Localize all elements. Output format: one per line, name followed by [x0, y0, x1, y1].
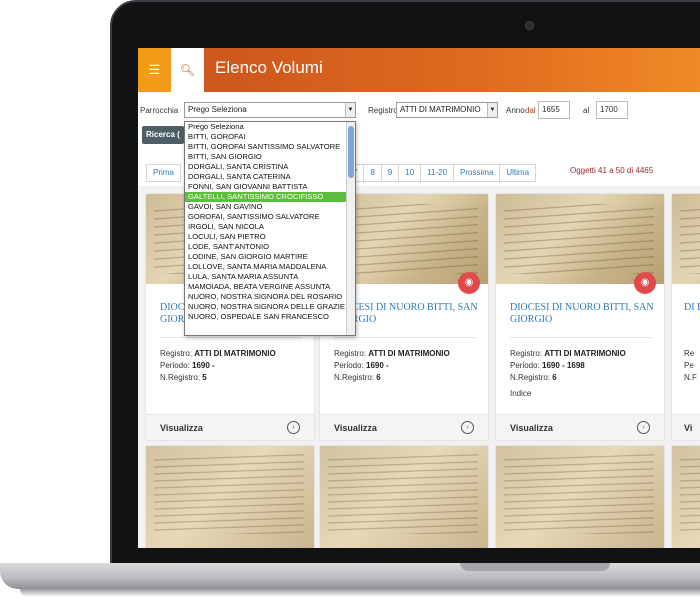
visualizza-link[interactable]: Vi [684, 423, 692, 433]
dropdown-option[interactable]: LULA, SANTA MARIA ASSUNTA [185, 272, 347, 282]
eye-icon[interactable]: ◉ [458, 272, 480, 294]
chevron-down-icon: ▼ [345, 103, 355, 117]
dropdown-option[interactable]: Prego Seleziona [185, 122, 347, 132]
circle-arrow-icon[interactable]: › [287, 421, 300, 434]
card-periodo: Periodo: 1690 - [160, 361, 215, 370]
anno-label: Anno [506, 106, 525, 115]
app-screen: ☰ 🔍︎ Elenco Volumi Parrocchia Prego Sele… [138, 48, 700, 548]
dropdown-option[interactable]: LODE, SANT'ANTONIO [185, 242, 347, 252]
menu-icon: ☰ [148, 62, 161, 77]
divider [334, 337, 476, 338]
visualizza-link[interactable]: Visualizza [334, 423, 377, 433]
parrocchia-select[interactable]: Prego Seleziona ▼ [184, 102, 356, 118]
parrocchia-label: Parrocchia [140, 106, 179, 115]
dropdown-options: Prego Seleziona BITTI, GOROFAI BITTI, GORO… [185, 122, 355, 322]
dropdown-option[interactable]: GAVOI, SAN GAVINO [185, 202, 347, 212]
dropdown-option[interactable]: LOCULI, SAN PIETRO [185, 232, 347, 242]
circle-arrow-icon[interactable]: › [461, 421, 474, 434]
laptop-frame: ☰ 🔍︎ Elenco Volumi Parrocchia Prego Sele… [0, 0, 700, 606]
volume-thumbnail[interactable] [672, 194, 700, 284]
card-periodo: Pe [684, 361, 694, 370]
dropdown-option[interactable]: FONNI, SAN GIOVANNI BATTISTA [185, 182, 347, 192]
circle-arrow-icon[interactable]: › [637, 421, 650, 434]
registro-value: ATTI DI MATRIMONIO [400, 105, 481, 114]
dropdown-option[interactable]: BITTI, SAN GIORGIO [185, 152, 347, 162]
page-last[interactable]: Ultima [499, 164, 537, 182]
dropdown-option[interactable]: BITTI, GOROFAI [185, 132, 347, 142]
divider [160, 337, 302, 338]
page-link[interactable]: 10 [398, 164, 422, 182]
card-periodo: Periodo: 1690 - 1698 [510, 361, 585, 370]
card-indice[interactable]: Indice [510, 389, 531, 398]
card-registro: Re [684, 349, 695, 358]
scrollbar-thumb[interactable] [348, 126, 354, 178]
registro-label: Registro [368, 106, 398, 115]
ricerca-button[interactable]: Ricerca ( [142, 126, 184, 144]
page-link[interactable]: 9 [380, 164, 400, 182]
search-button[interactable]: 🔍︎ [171, 48, 204, 92]
camera [526, 22, 533, 29]
card-title[interactable]: DIOCESI DI NUORO BITTI, SAN GIORGIO [510, 302, 660, 326]
dropdown-scrollbar[interactable] [346, 122, 355, 335]
page-link[interactable]: 11-20 [420, 164, 455, 182]
filter-bar: Parrocchia Prego Seleziona ▼ Registro AT… [138, 100, 700, 122]
menu-button[interactable]: ☰ [138, 48, 171, 92]
dropdown-option[interactable]: GOROFAI, SANTISSIMO SALVATORE [185, 212, 347, 222]
parrocchia-value: Prego Seleziona [188, 105, 247, 114]
card-registro: Registro: ATTI DI MATRIMONIO [160, 349, 276, 358]
card-periodo: Periodo: 1690 - [334, 361, 389, 370]
visualizza-link[interactable]: Visualizza [160, 423, 203, 433]
eye-icon[interactable]: ◉ [634, 272, 656, 294]
volume-thumbnail[interactable] [146, 446, 314, 548]
dropdown-option[interactable]: DORGALI, SANTA CRISTINA [185, 162, 347, 172]
dropdown-option[interactable]: MAMOIADA, BEATA VERGINE ASSUNTA [185, 282, 347, 292]
search-icon: 🔍︎ [179, 63, 196, 77]
al-label: al [583, 106, 590, 115]
anno-al-input[interactable]: 1700 [596, 101, 628, 119]
card-nregistro: N.Registro: 6 [510, 373, 557, 382]
card-nregistro: N.Registro: 5 [160, 373, 207, 382]
ricerca-label: Ricerca ( [146, 130, 180, 139]
card-footer[interactable]: Visualizza › [146, 414, 314, 440]
registro-select[interactable]: ATTI DI MATRIMONIO ▼ [396, 102, 498, 118]
card-footer[interactable]: Vi [672, 414, 700, 440]
divider [510, 337, 652, 338]
results-summary: Oggetti 41 a 50 di 4465 [570, 166, 654, 175]
card-footer[interactable]: Visualizza › [496, 414, 664, 440]
laptop-notch [460, 563, 610, 571]
card-nregistro: N.F [684, 373, 697, 382]
dal-label: dal [525, 106, 536, 115]
page-first[interactable]: Prima [146, 164, 181, 182]
page-next[interactable]: Prossima [453, 164, 501, 182]
dropdown-option[interactable]: IRGOLI, SAN NICOLA [185, 222, 347, 232]
volume-thumbnail[interactable] [496, 194, 664, 284]
card-footer[interactable]: Visualizza › [320, 414, 488, 440]
dropdown-option[interactable]: DORGALI, SANTA CATERINA [185, 172, 347, 182]
dropdown-option[interactable]: LODINE, SAN GIORGIO MARTIRE [185, 252, 347, 262]
volume-thumbnail[interactable] [672, 446, 700, 548]
top-bar: ☰ 🔍︎ Elenco Volumi [138, 48, 700, 92]
laptop-shadow [20, 589, 700, 597]
anno-dal-input[interactable]: 1655 [538, 101, 570, 119]
dropdown-option[interactable]: NUORO, OSPEDALE SAN FRANCESCO [185, 312, 347, 322]
card-title[interactable]: DI BI [684, 302, 700, 314]
card-registro: Registro: ATTI DI MATRIMONIO [334, 349, 450, 358]
chevron-down-icon: ▼ [487, 103, 497, 117]
visualizza-link[interactable]: Visualizza [510, 423, 553, 433]
volume-thumbnail[interactable] [320, 446, 488, 548]
page-link[interactable]: 8 [363, 164, 382, 182]
volume-card: ◉ DIOCESI DI NUORO BITTI, SAN GIORGIO Re… [496, 194, 664, 440]
dropdown-option[interactable]: GALTELLI, SANTISSIMO CROCIFISSO [185, 192, 347, 202]
page-title: Elenco Volumi [215, 58, 323, 77]
parrocchia-dropdown-list[interactable]: Prego Seleziona BITTI, GOROFAI BITTI, GORO… [184, 121, 356, 336]
dropdown-option[interactable]: LOLLOVE, SANTA MARIA MADDALENA [185, 262, 347, 272]
card-nregistro: N.Registro: 6 [334, 373, 381, 382]
volume-thumbnail[interactable] [496, 446, 664, 548]
card-title[interactable]: DIOCESI DI NUORO BITTI, SAN GIORGIO [334, 302, 484, 326]
dropdown-option[interactable]: BITTI, GOROFAI SANTISSIMO SALVATORE [185, 142, 347, 152]
dropdown-option[interactable]: NUORO, NOSTRA SIGNORA DEL ROSARIO [185, 292, 347, 302]
dropdown-option[interactable]: NUORO, NOSTRA SIGNORA DELLE GRAZIE [185, 302, 347, 312]
volume-card: DI BI Re Pe N.F Vi [672, 194, 700, 440]
card-registro: Registro: ATTI DI MATRIMONIO [510, 349, 626, 358]
